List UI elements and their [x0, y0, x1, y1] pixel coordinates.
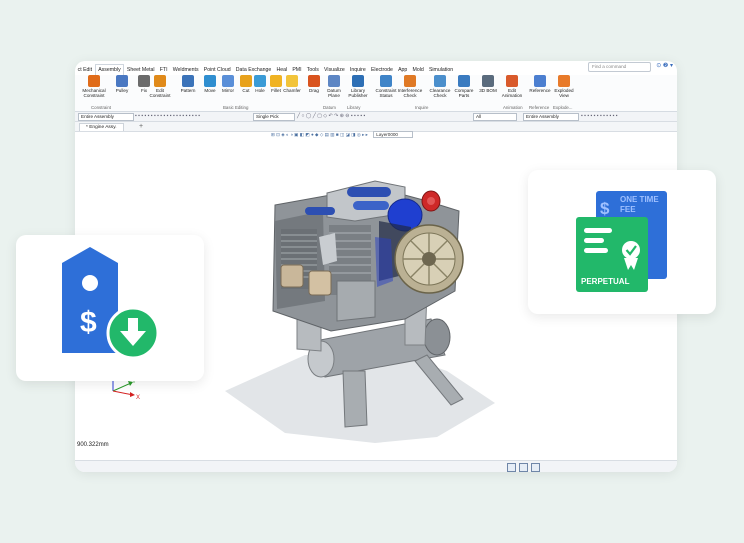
selection-toolbar: Entire Assembly ▪ ▪ ▪ ▪ ▪ ▪ ▪ ▪ ▪ ▪ ▪ ▪ …	[75, 112, 677, 122]
ribbon-button[interactable]: Exploded View	[551, 75, 577, 99]
status-bar	[75, 460, 677, 472]
ribbon-group-label: Inquire	[415, 105, 429, 110]
ribbon-button-icon	[458, 75, 470, 87]
ribbon-button[interactable]: Library Publisher	[345, 75, 371, 99]
menu-item[interactable]: Heal	[274, 65, 290, 75]
ribbon-group-label: Reference	[529, 105, 550, 110]
ribbon-group-label: Explode...	[553, 105, 573, 110]
menu-item[interactable]: Electrode	[368, 65, 395, 75]
ribbon-group-label: Constraint	[91, 105, 112, 110]
menu-item[interactable]: Mold	[410, 65, 426, 75]
tab-engine-assy[interactable]: * Engine Assy.	[79, 123, 124, 131]
menu-item[interactable]: Assembly	[94, 64, 125, 75]
ribbon-button-icon	[534, 75, 546, 87]
ribbon-button-icon	[116, 75, 128, 87]
ribbon-button-icon	[404, 75, 416, 87]
ribbon-button-icon	[506, 75, 518, 87]
ribbon-button-icon	[328, 75, 340, 87]
menu-item[interactable]: Simulation	[426, 65, 455, 75]
ribbon-button[interactable]: Datum Plane	[321, 75, 347, 99]
ribbon-button-icon	[182, 75, 194, 87]
ribbon-button-label: Constraint Status	[375, 88, 397, 99]
ribbon-button[interactable]: Clearance Check	[427, 75, 453, 99]
ribbon-button-icon	[380, 75, 392, 87]
ribbon-button-label: Reference	[529, 88, 551, 93]
menu-item[interactable]: ct Edit	[75, 65, 95, 75]
layer-select[interactable]: Layer0000	[373, 131, 413, 138]
ribbon-button[interactable]: Interference Check	[397, 75, 423, 99]
one-time-fee-label: ONE TIME	[620, 195, 659, 204]
menu-bar: ct Edit Assembly Sheet Metal FTI Weldments Po…	[75, 64, 677, 75]
ribbon-button-icon	[286, 75, 298, 87]
ribbon-button[interactable]: Compare Parts	[451, 75, 477, 99]
ribbon-button-label: Exploded View	[554, 88, 574, 99]
fee-dollar-sign: $	[600, 199, 610, 218]
toolbar-icons-left[interactable]: ▪ ▪ ▪ ▪ ▪ ▪ ▪ ▪ ▪ ▪ ▪ ▪ ▪ ▪ ▪ ▪ ▪ ▪ ▪ ▪ …	[135, 113, 200, 119]
ribbon-toolbar: Mechanical Constraint Pulley Fix Edit Const…	[75, 75, 677, 112]
view-toolbar: ⊞ ⊡ ◈ ◐ ◑ ▣ ◧ ◩ ● ◆ ◇ ▤ ▥ ■ ◫ ◪ ◨ ◎ ▸ ▸ …	[271, 131, 501, 140]
menu-item[interactable]: PMI	[290, 65, 304, 75]
ribbon-button-label: Edit Animation	[501, 88, 523, 99]
price-tag-card: $	[16, 235, 204, 381]
tag-dollar-sign: $	[80, 306, 97, 339]
price-drop-icon: $	[62, 247, 160, 360]
ribbon-group-label: Library	[347, 105, 361, 110]
ribbon-button-label: Library Publisher	[348, 88, 368, 99]
ribbon-button-icon	[154, 75, 166, 87]
menu-item[interactable]: Sheet Metal	[124, 65, 157, 75]
ribbon-group-label: Animation	[503, 105, 523, 110]
ribbon-button-label: Clearance Check	[429, 88, 451, 99]
menu-item[interactable]: App	[395, 65, 409, 75]
menu-item[interactable]: Data Exchange	[233, 65, 274, 75]
license-documents-icon: $ ONE TIME FEE PERPETUAL	[576, 191, 667, 292]
menu-item[interactable]: Visualize	[321, 65, 347, 75]
ribbon-button[interactable]: Edit Constraint	[147, 75, 173, 99]
ribbon-button[interactable]: Mechanical Constraint	[81, 75, 107, 99]
perpetual-label: PERPETUAL	[581, 277, 630, 286]
entity-filter-select[interactable]: All	[473, 113, 517, 121]
ribbon-button-label: 3D BOM	[479, 88, 497, 93]
help-icon[interactable]: ⊙ ❷ ▾	[656, 62, 673, 69]
ribbon-button[interactable]: Edit Animation	[499, 75, 525, 99]
command-search-input[interactable]: Find a command	[588, 62, 651, 72]
ribbon-button-label: Interference Check	[397, 88, 423, 99]
toolbar-icons-right[interactable]: ▪ ▪ ▪ ▪ ▪ ▪ ▪ ▪ ▪ ▪ ▪ ▪	[581, 113, 618, 119]
ribbon-button-icon	[434, 75, 446, 87]
certified-seal-icon	[622, 241, 640, 259]
menu-item[interactable]: Weldments	[170, 65, 201, 75]
ribbon-button-label: Mechanical Constraint	[82, 88, 106, 99]
menu-item[interactable]: Tools	[304, 65, 321, 75]
assembly-filter-right[interactable]: Entire Assembly	[523, 113, 579, 121]
ribbon-button[interactable]: Reference	[527, 75, 553, 93]
pick-mode-select[interactable]: Single Pick	[253, 113, 295, 121]
ribbon-button-label: Compare Parts	[454, 88, 474, 99]
engine-body	[272, 180, 464, 332]
ribbon-button-label: Datum Plane	[327, 88, 341, 99]
ribbon-button-icon	[482, 75, 494, 87]
ribbon-button[interactable]: Constraint Status	[373, 75, 399, 99]
toolbar-icons-mid[interactable]: ╱ ○ ◯ ╱ ▢ ◇ ↶ ↷ ⊕ ⊖ ▪ ▪ ▪ ▪ ▪	[297, 113, 365, 119]
status-view-icon-1[interactable]	[507, 463, 516, 472]
axis-x-label: X	[136, 395, 140, 401]
view-tools-icons[interactable]: ⊞ ⊡ ◈ ◐ ◑ ▣ ◧ ◩ ● ◆ ◇ ▤ ▥ ■ ◫ ◪ ◨ ◎ ▸ ▸	[271, 132, 368, 137]
license-card: $ ONE TIME FEE PERPETUAL	[528, 170, 716, 314]
ribbon-button-label: Edit Constraint	[149, 88, 171, 99]
ribbon-button-icon	[352, 75, 364, 87]
assembly-filter-left[interactable]: Entire Assembly	[78, 113, 134, 121]
measurement-readout: 900.322mm	[77, 442, 109, 448]
menu-item[interactable]: Point Cloud	[201, 65, 233, 75]
ribbon-group-label: Basic Editing	[223, 105, 249, 110]
status-view-icon-2[interactable]	[519, 463, 528, 472]
ribbon-button-icon	[558, 75, 570, 87]
ribbon-button-icon	[308, 75, 320, 87]
ribbon-button-icon	[88, 75, 100, 87]
menu-item[interactable]: Inquire	[347, 65, 368, 75]
menu-item[interactable]: FTI	[157, 65, 170, 75]
add-tab-button[interactable]: +	[139, 122, 143, 131]
fee-label: FEE	[620, 205, 636, 214]
status-view-icon-3[interactable]	[531, 463, 540, 472]
ribbon-button[interactable]: 3D BOM	[475, 75, 501, 93]
ribbon-group-label: Datum	[323, 105, 336, 110]
